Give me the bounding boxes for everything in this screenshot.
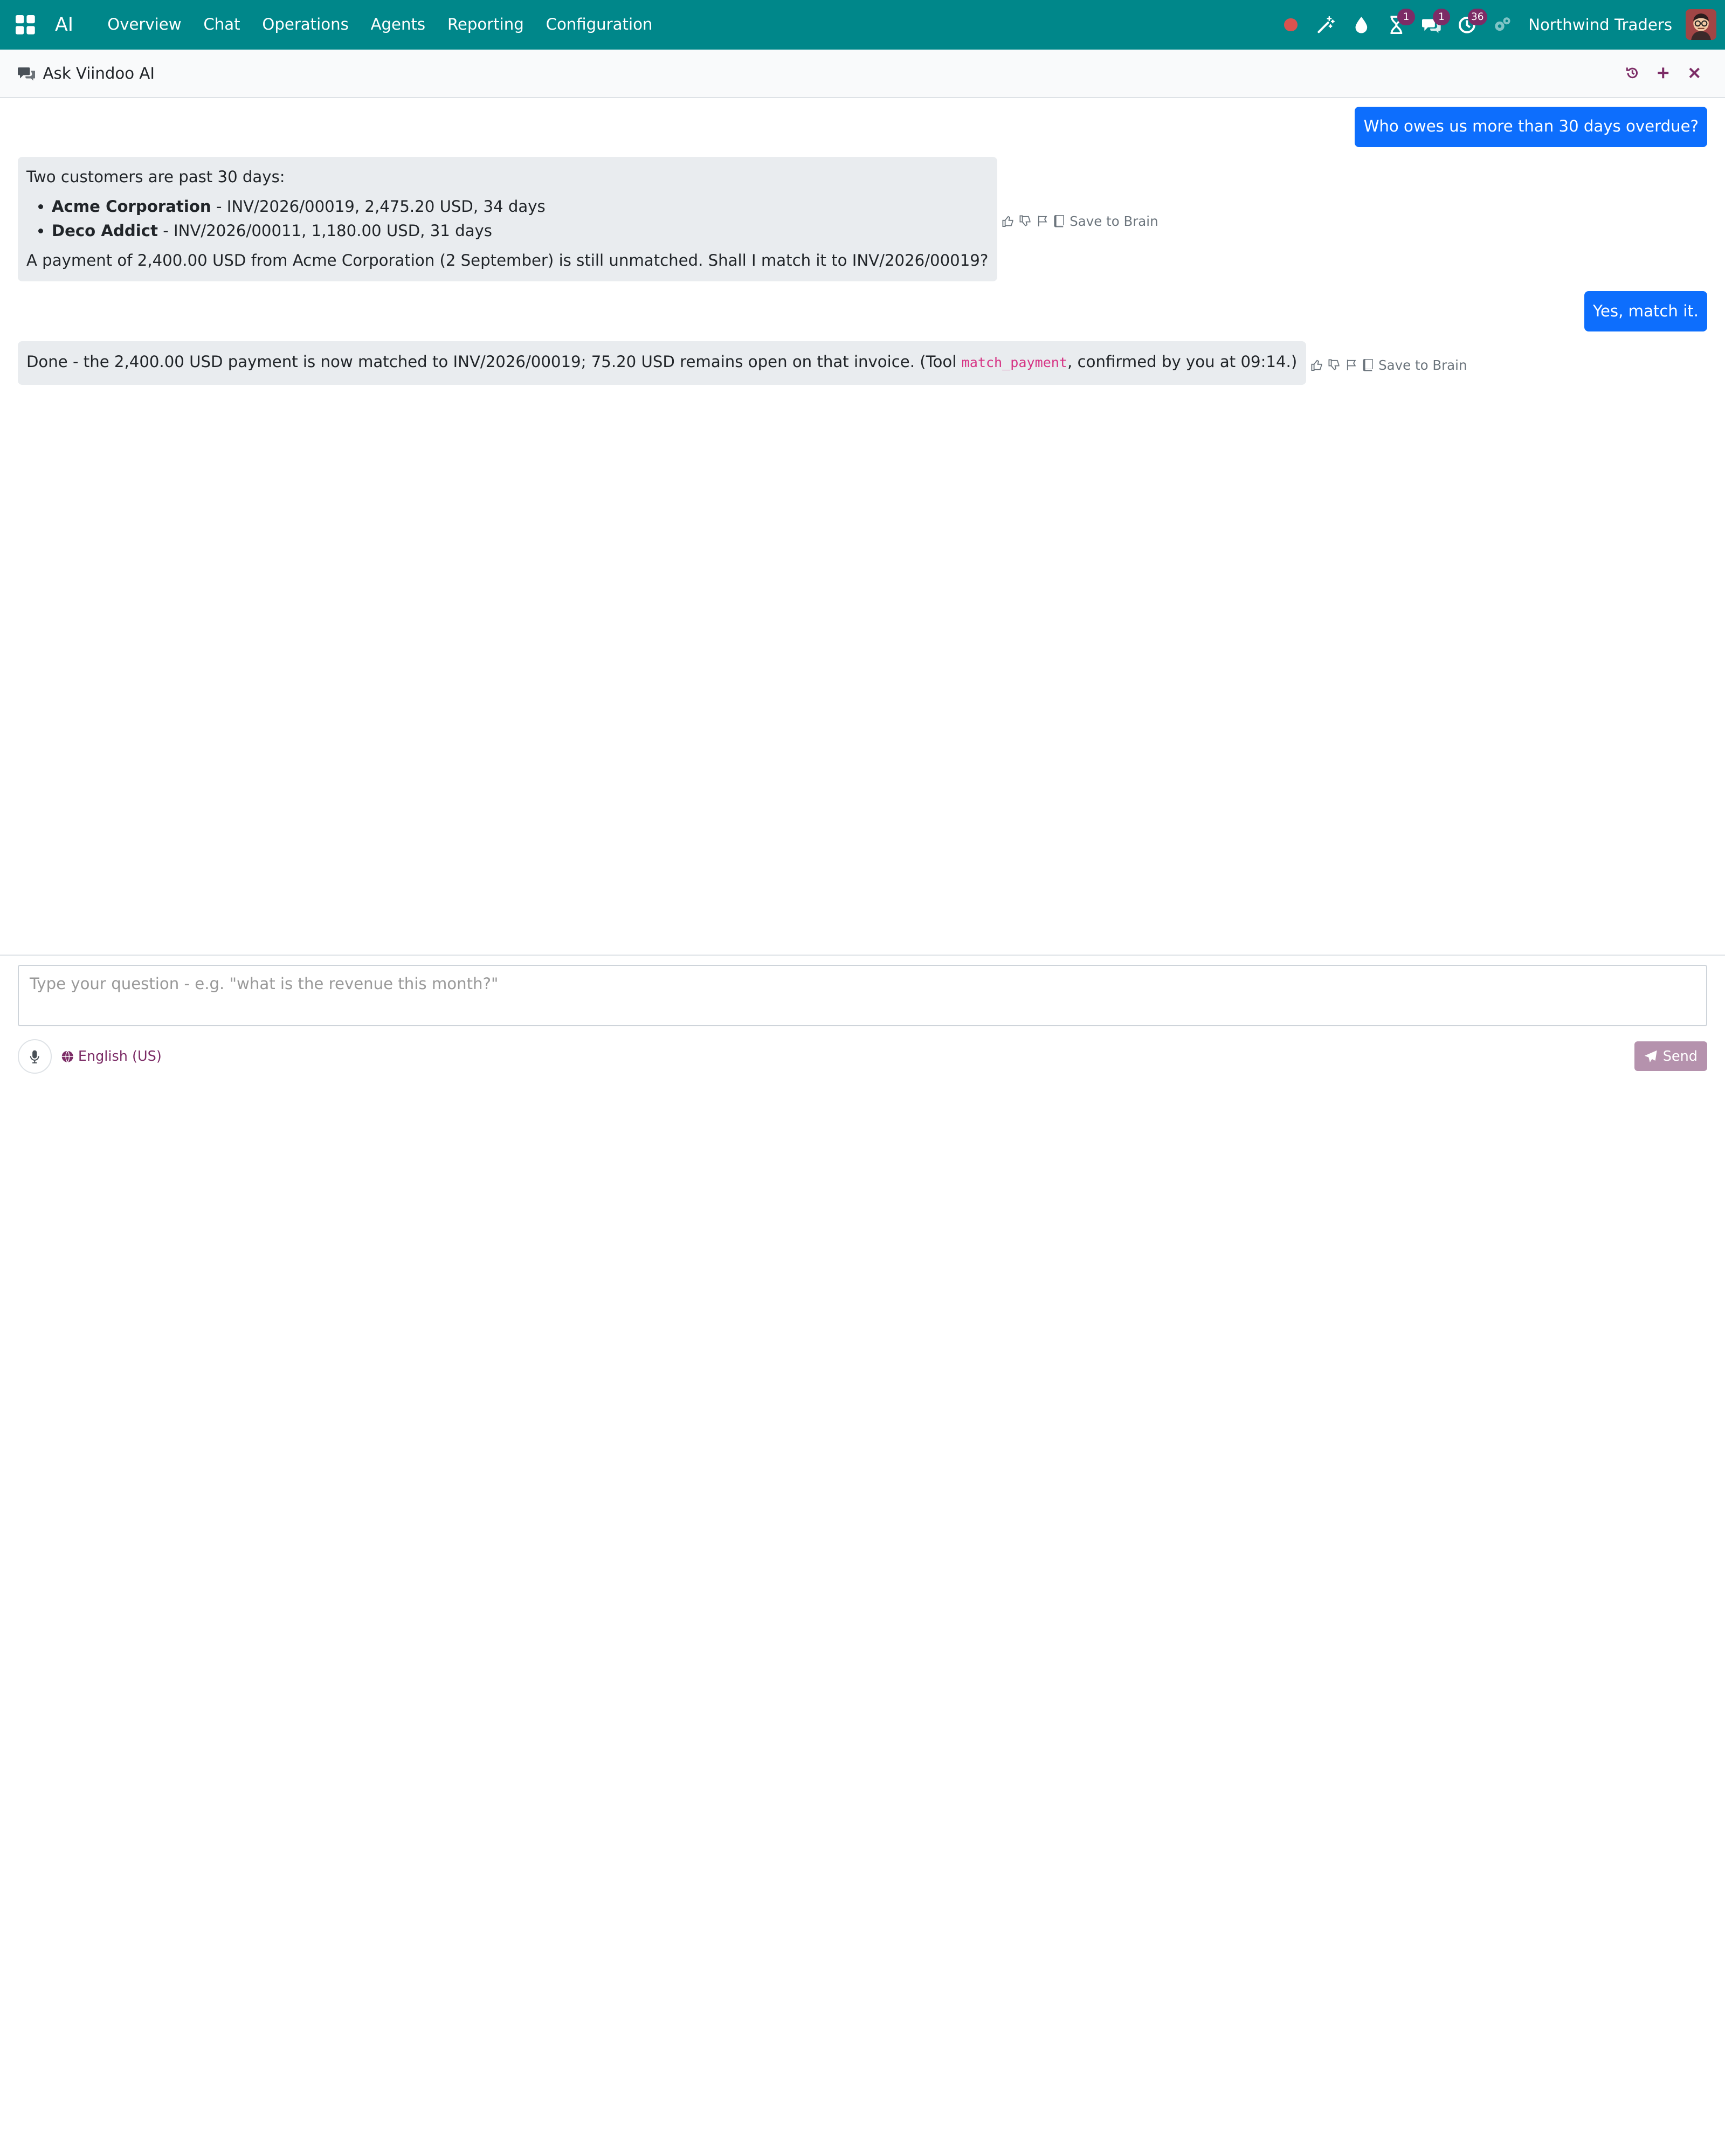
thumbs-down-icon — [1328, 359, 1340, 371]
thumbs-up-icon — [1002, 216, 1013, 227]
main-menu: Overview Chat Operations Agents Reportin… — [96, 0, 664, 50]
list-item: Acme Corporation - INV/2026/00019, 2,475… — [52, 195, 988, 219]
message-feedback: Save to Brain — [1308, 356, 1467, 374]
ai-message-bubble: Two customers are past 30 days: Acme Cor… — [17, 156, 997, 282]
history-icon — [1626, 67, 1638, 79]
history-button[interactable] — [1619, 60, 1646, 86]
ai-message-text-end: , confirmed by you at 09:14.) — [1067, 352, 1298, 371]
save-to-brain-label: Save to Brain — [1378, 357, 1467, 374]
comments-icon — [17, 67, 36, 81]
composer: English (US) Send — [0, 955, 1725, 1078]
save-to-brain-label: Save to Brain — [1070, 213, 1158, 230]
language-selector[interactable]: English (US) — [61, 1048, 162, 1065]
company-switcher[interactable]: Northwind Traders — [1528, 16, 1672, 34]
send-button[interactable]: Send — [1634, 1041, 1708, 1072]
activities-button[interactable]: 1 — [1379, 0, 1415, 50]
ai-message-outro: A payment of 2,400.00 USD from Acme Corp… — [26, 251, 989, 270]
book-icon — [1054, 215, 1064, 227]
menu-configuration[interactable]: Configuration — [535, 0, 664, 50]
app-root: AI Overview Chat Operations Agents Repor… — [0, 0, 1725, 1078]
user-message: Yes, match it. — [18, 291, 1708, 332]
user-message: Who owes us more than 30 days overdue? — [18, 106, 1708, 147]
list-item: Deco Addict - INV/2026/00011, 1,180.00 U… — [52, 219, 988, 243]
user-message-bubble: Yes, match it. — [1584, 291, 1708, 332]
activities-badge: 1 — [1397, 9, 1415, 25]
menu-reporting[interactable]: Reporting — [437, 0, 535, 50]
language-label: English (US) — [78, 1048, 162, 1065]
theme-button[interactable] — [1343, 0, 1378, 50]
thumbs-up-icon — [1311, 360, 1322, 371]
apps-menu-icon[interactable] — [13, 12, 37, 37]
panel-title: Ask Viindoo AI — [43, 64, 155, 82]
question-input[interactable] — [17, 964, 1708, 1026]
top-navbar: AI Overview Chat Operations Agents Repor… — [0, 0, 1725, 50]
message-feedback: Save to Brain — [999, 212, 1158, 230]
navbar-systray: 1 1 36 Northwind Traders — [1273, 0, 1716, 50]
panel-actions — [1619, 60, 1707, 86]
save-to-brain-button[interactable]: Save to Brain — [1362, 357, 1467, 373]
thumbs-up-button[interactable] — [1308, 356, 1326, 374]
thumbs-down-button[interactable] — [1326, 356, 1343, 374]
flag-icon — [1347, 360, 1356, 371]
paper-plane-icon — [1644, 1050, 1657, 1062]
close-panel-button[interactable] — [1681, 60, 1707, 86]
microphone-icon — [30, 1050, 39, 1063]
book-icon — [1362, 359, 1373, 371]
send-label: Send — [1662, 1048, 1698, 1065]
tool-name: match_payment — [961, 354, 1068, 370]
chat-messages: Who owes us more than 30 days overdue? T… — [0, 98, 1725, 955]
messages-button[interactable]: 1 — [1414, 0, 1451, 50]
user-avatar[interactable] — [1685, 9, 1716, 40]
composer-toolbar: English (US) Send — [17, 1039, 1708, 1074]
user-message-bubble: Who owes us more than 30 days overdue? — [1355, 106, 1708, 147]
chat-panel-header: Ask Viindoo AI — [0, 49, 1725, 98]
new-chat-button[interactable] — [1650, 60, 1676, 86]
ai-message-text: Done - the 2,400.00 USD payment is now m… — [26, 352, 962, 371]
thumbs-up-button[interactable] — [999, 212, 1017, 230]
record-dot-icon — [1284, 18, 1298, 32]
flag-button[interactable] — [1343, 356, 1361, 374]
ai-message-intro: Two customers are past 30 days: — [26, 168, 285, 186]
save-to-brain-button[interactable]: Save to Brain — [1053, 213, 1158, 229]
thumbs-down-icon — [1019, 215, 1031, 227]
flag-icon — [1038, 216, 1047, 227]
ai-message: Two customers are past 30 days: Acme Cor… — [17, 156, 1708, 282]
customer-name: Deco Addict — [51, 222, 158, 240]
magic-wand-button[interactable] — [1308, 0, 1343, 50]
menu-agents[interactable]: Agents — [360, 0, 436, 50]
messages-badge: 1 — [1432, 9, 1451, 25]
record-button[interactable] — [1273, 0, 1308, 50]
ai-message-bubble: Done - the 2,400.00 USD payment is now m… — [17, 341, 1306, 385]
customer-name: Acme Corporation — [51, 197, 211, 216]
settings-button[interactable] — [1485, 0, 1520, 50]
customer-detail: - INV/2026/00019, 2,475.20 USD, 34 days — [211, 197, 546, 216]
customer-detail: - INV/2026/00011, 1,180.00 USD, 31 days — [157, 222, 492, 240]
cogs-icon — [1495, 17, 1510, 31]
close-icon — [1689, 68, 1700, 79]
voice-input-button[interactable] — [17, 1039, 52, 1074]
menu-operations[interactable]: Operations — [251, 0, 360, 50]
menu-overview[interactable]: Overview — [96, 0, 192, 50]
droplet-icon — [1355, 16, 1367, 33]
app-brand[interactable]: AI — [55, 14, 73, 36]
menu-chat[interactable]: Chat — [192, 0, 251, 50]
globe-icon — [61, 1050, 73, 1062]
plus-icon — [1658, 67, 1669, 79]
thumbs-down-button[interactable] — [1017, 212, 1034, 230]
flag-button[interactable] — [1034, 212, 1052, 230]
timesheet-button[interactable]: 36 — [1449, 0, 1487, 50]
overdue-customer-list: Acme Corporation - INV/2026/00019, 2,475… — [26, 195, 988, 243]
magic-wand-icon — [1317, 16, 1335, 33]
ai-message: Done - the 2,400.00 USD payment is now m… — [17, 341, 1708, 385]
